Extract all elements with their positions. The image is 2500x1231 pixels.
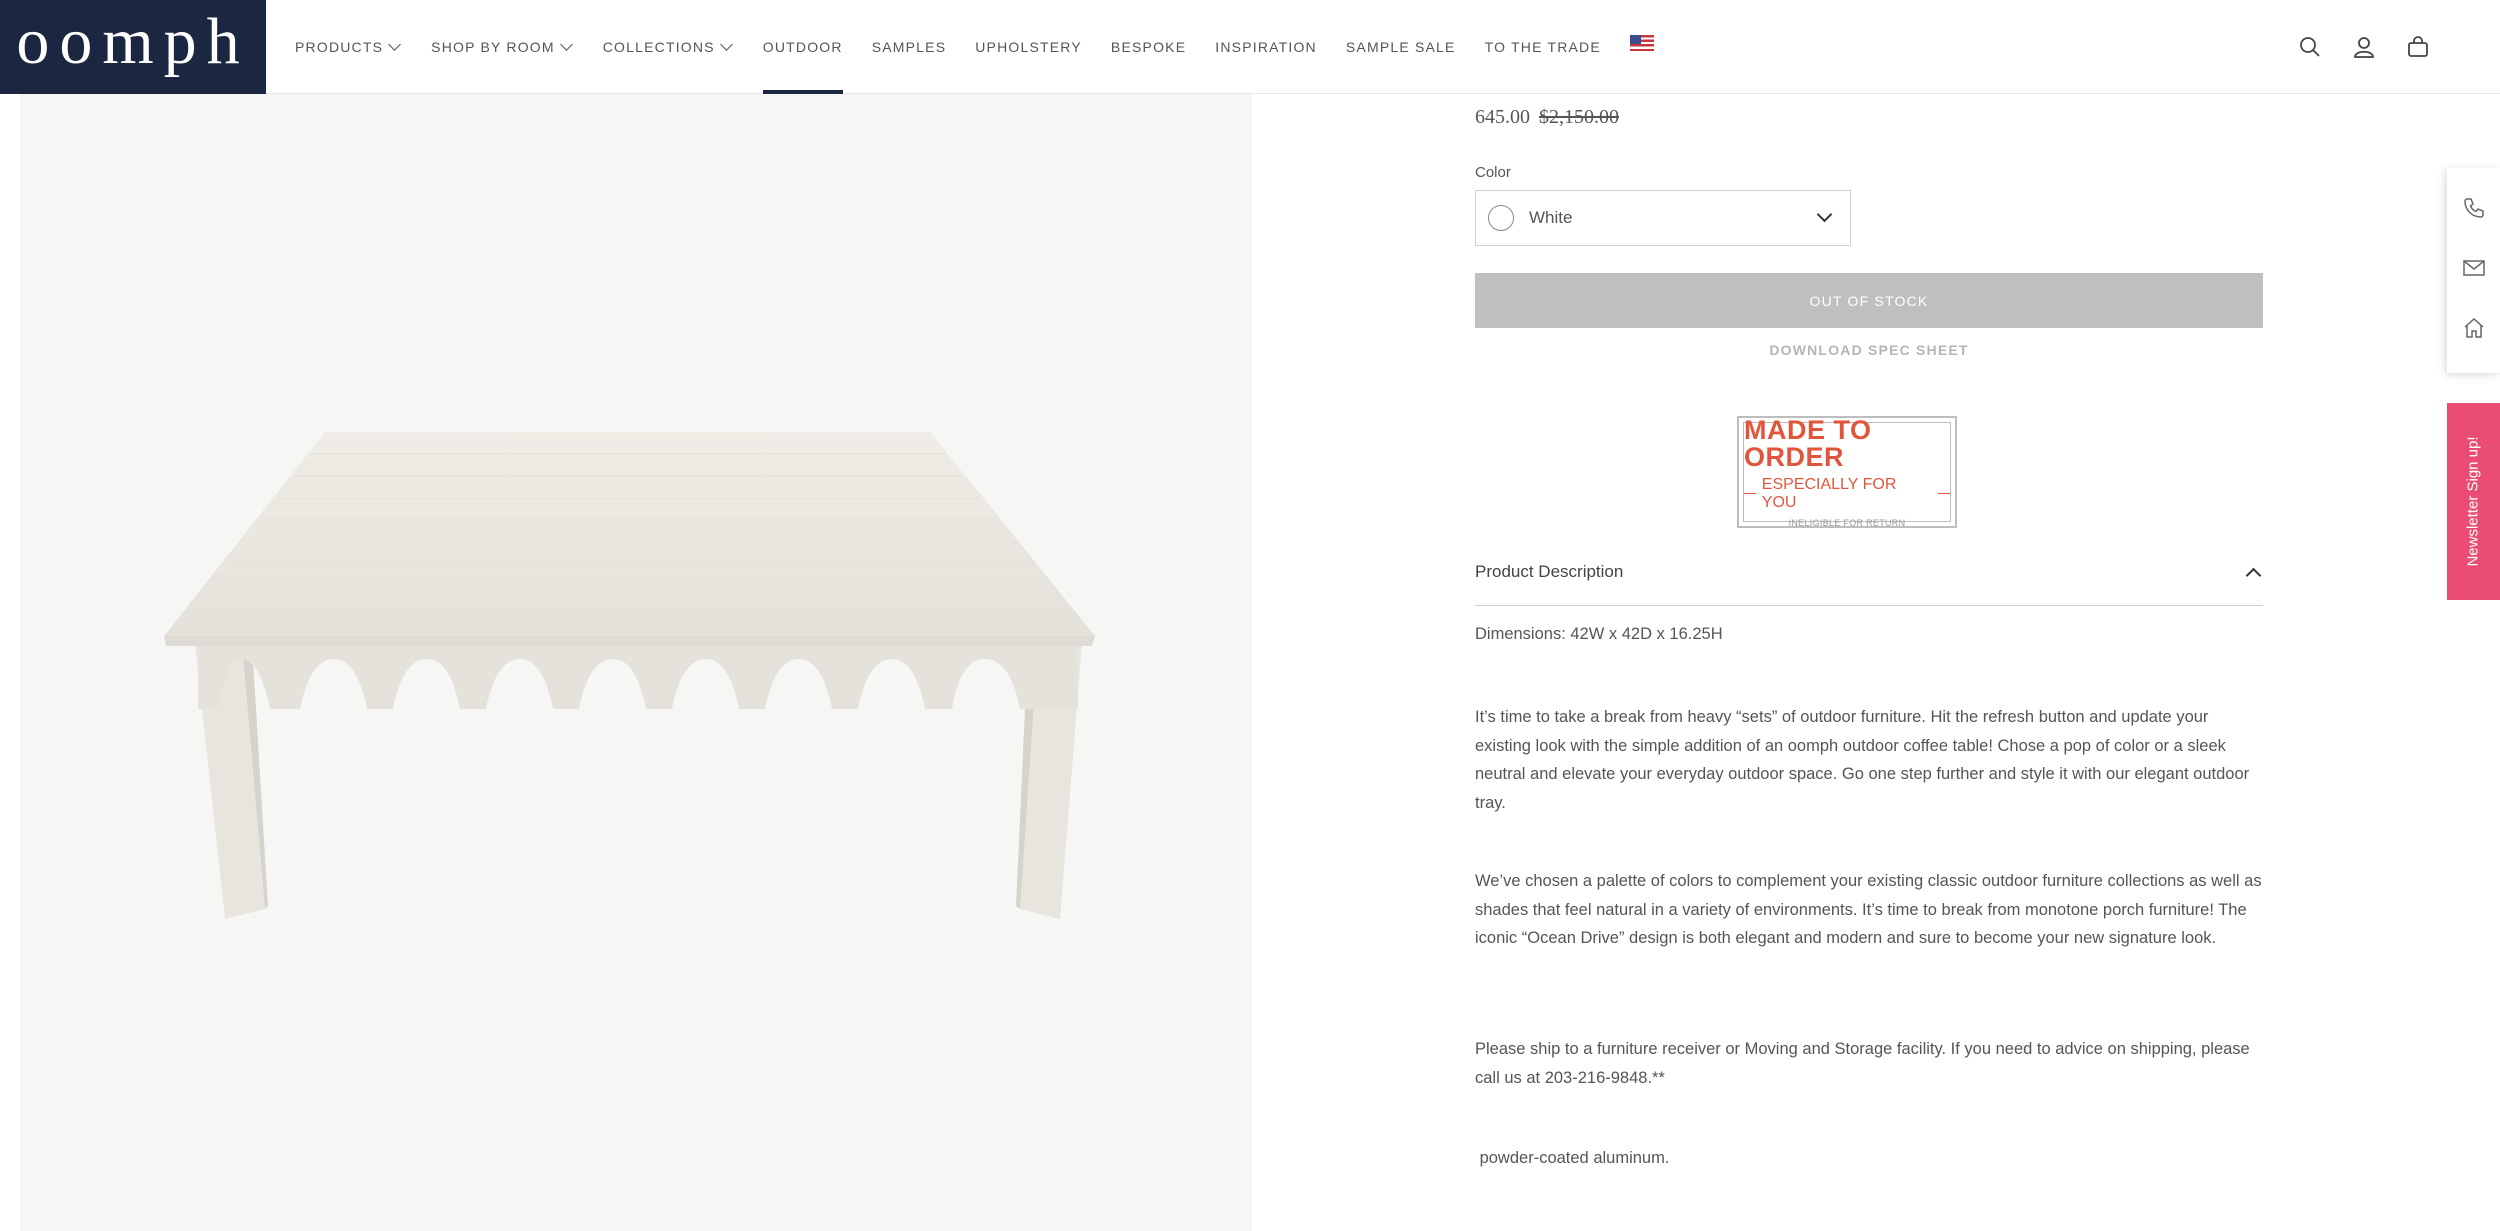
color-swatch: [1488, 205, 1514, 231]
nav-inspiration[interactable]: INSPIRATION: [1215, 0, 1317, 94]
color-value: White: [1529, 208, 1573, 227]
description-paragraph-1: It’s time to take a break from heavy “se…: [1475, 708, 2250, 812]
left-edge: [0, 94, 20, 1231]
product-description-accordion[interactable]: Product Description: [1475, 548, 2263, 606]
badge-title: MADE TO ORDER: [1744, 414, 1872, 472]
color-select[interactable]: White: [1475, 190, 1851, 246]
chevron-down-icon: [1816, 206, 1833, 223]
badge-dash: [1744, 492, 1756, 495]
nav-label: TO THE TRADE: [1484, 39, 1601, 55]
logo[interactable]: oomph: [0, 0, 266, 94]
mail-icon[interactable]: [2462, 256, 2486, 285]
nav-label: UPHOLSTERY: [975, 39, 1082, 55]
nav-label: SHOP BY ROOM: [431, 39, 555, 55]
us-flag-icon: [1629, 35, 1654, 51]
coffee-table-illustration: [164, 432, 1095, 919]
newsletter-label: Newsletter Sign up!: [2465, 436, 2483, 567]
dimensions: Dimensions: 42W x 42D x 16.25H: [1475, 625, 1723, 643]
home-icon[interactable]: [2462, 316, 2486, 345]
download-spec-sheet-link[interactable]: DOWNLOAD SPEC SHEET: [1475, 342, 2263, 358]
accordion-title: Product Description: [1475, 562, 1624, 581]
contact-panel: [2447, 168, 2500, 373]
cart-icon[interactable]: [2406, 35, 2430, 59]
nav-outdoor[interactable]: OUTDOOR: [762, 0, 843, 94]
nav-label: PRODUCTS: [295, 39, 384, 55]
site-header: oomph PRODUCTS SHOP BY ROOM COLLECTIONS …: [0, 0, 2500, 94]
badge-subtitle: ESPECIALLY FOR YOU: [1761, 475, 1897, 511]
out-of-stock-button[interactable]: OUT OF STOCK: [1475, 273, 2263, 328]
nav-label: SAMPLES: [871, 39, 947, 55]
newsletter-signup-tab[interactable]: Newsletter Sign up!: [2447, 403, 2500, 600]
made-to-order-badge: MADE TO ORDER ESPECIALLY FOR YOU INELIGI…: [1737, 416, 1957, 528]
nav-bespoke[interactable]: BESPOKE: [1111, 0, 1186, 94]
nav-label: INSPIRATION: [1215, 39, 1317, 55]
price-current: 645.00: [1475, 106, 1530, 128]
product-image[interactable]: [20, 94, 1252, 1231]
search-icon[interactable]: [2298, 35, 2322, 59]
main-nav: PRODUCTS SHOP BY ROOM COLLECTIONS OUTDOO…: [295, 0, 1654, 94]
header-actions: [2298, 0, 2430, 94]
nav-products[interactable]: PRODUCTS: [295, 0, 402, 94]
material: powder-coated aluminum.: [1475, 1149, 1670, 1167]
country-selector[interactable]: [1629, 0, 1654, 94]
chevron-up-icon: [2245, 567, 2262, 584]
nav-sample-sale[interactable]: SAMPLE SALE: [1346, 0, 1456, 94]
chevron-down-icon: [388, 38, 402, 51]
shipping-note: Please ship to a furniture receiver or M…: [1475, 1040, 2250, 1087]
price-original: $2,150.00: [1539, 106, 1619, 128]
nav-label: COLLECTIONS: [602, 39, 715, 55]
nav-label: BESPOKE: [1110, 39, 1187, 55]
badge-dash: [1938, 492, 1951, 495]
price: 645.00 $2,150.00: [1475, 106, 1619, 129]
badge-note: INELIGIBLE FOR RETURN: [1788, 517, 1906, 528]
nav-upholstery[interactable]: UPHOLSTERY: [975, 0, 1082, 94]
description-paragraph-2: We’ve chosen a palette of colors to comp…: [1475, 872, 2262, 947]
chevron-down-icon: [559, 38, 573, 51]
nav-samples[interactable]: SAMPLES: [872, 0, 947, 94]
nav-collections[interactable]: COLLECTIONS: [602, 0, 733, 94]
phone-icon[interactable]: [2462, 196, 2486, 225]
account-icon[interactable]: [2352, 35, 2376, 59]
color-label: Color: [1475, 164, 1511, 181]
nav-label: SAMPLE SALE: [1345, 39, 1456, 55]
badge-subtitle-row: ESPECIALLY FOR YOU: [1744, 475, 1951, 512]
nav-shop-by-room[interactable]: SHOP BY ROOM: [431, 0, 573, 94]
chevron-down-icon: [719, 38, 733, 51]
nav-to-the-trade[interactable]: TO THE TRADE: [1485, 0, 1601, 94]
nav-label: OUTDOOR: [762, 39, 843, 55]
badge-frame: MADE TO ORDER ESPECIALLY FOR YOU INELIGI…: [1743, 416, 1951, 528]
